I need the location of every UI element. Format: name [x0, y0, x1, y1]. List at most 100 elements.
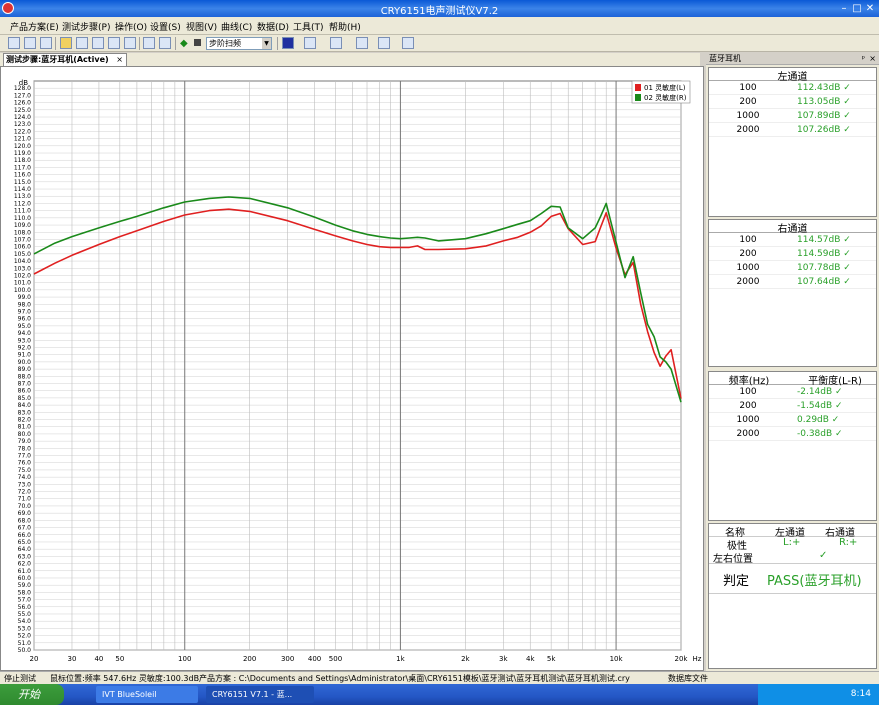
y-tick-label: 54.0: [18, 618, 32, 625]
y-tick-label: 80.0: [18, 431, 32, 438]
y-tick-label: 72.0: [18, 489, 32, 496]
window-icon[interactable]: [24, 37, 36, 49]
x-tick-label: 4k: [526, 655, 535, 663]
menu-view[interactable]: 视图(V): [186, 20, 217, 33]
y-tick-label: 126.0: [14, 100, 31, 107]
table-row: 100 112.43dB ✓: [709, 81, 876, 95]
panel-title: 蓝牙耳机: [709, 54, 741, 63]
y-tick-label: 73.0: [18, 481, 32, 488]
x-axis-label: Hz: [693, 655, 702, 663]
x-tick-label: 5k: [547, 655, 556, 663]
y-tick-label: 65.0: [18, 539, 32, 546]
y-tick-label: 50.0: [18, 647, 32, 654]
verdict-badge: PASS(蓝牙耳机): [767, 574, 862, 589]
report-icon[interactable]: [124, 37, 136, 49]
y-tick-label: 61.0: [18, 568, 32, 575]
run-icon[interactable]: ◆: [180, 38, 188, 49]
tab-test-step[interactable]: 测试步骤:蓝牙耳机(Active) ×: [3, 53, 127, 66]
stop-icon[interactable]: [194, 39, 201, 46]
filter-icon[interactable]: [378, 37, 390, 49]
sweep-mode-select[interactable]: 步阶扫频 ▼: [206, 37, 272, 50]
menu-operate[interactable]: 操作(O): [115, 20, 147, 33]
y-tick-label: 107.0: [14, 236, 31, 243]
y-tick-label: 104.0: [14, 258, 31, 265]
left-channel-header: 左通道: [709, 68, 876, 83]
menu-help[interactable]: 帮助(H): [329, 20, 361, 33]
y-tick-label: 125.0: [14, 107, 31, 114]
y-tick-label: 55.0: [18, 611, 32, 618]
menu-test-steps[interactable]: 测试步骤(P): [62, 20, 110, 33]
y-tick-label: 94.0: [18, 330, 32, 337]
window-title: CRY6151电声测试仪V7.2: [380, 6, 499, 17]
y-tick-label: 121.0: [14, 136, 31, 143]
close-tab-icon[interactable]: ×: [116, 54, 123, 66]
y-tick-label: 57.0: [18, 597, 32, 604]
y-tick-label: 74.0: [18, 474, 32, 481]
y-tick-label: 77.0: [18, 453, 32, 460]
print-icon[interactable]: [92, 37, 104, 49]
table-row: 1000 107.78dB ✓: [709, 261, 876, 275]
start-button[interactable]: 开始: [0, 684, 64, 705]
task-cry6151[interactable]: CRY6151 V7.1 - 蓝...: [206, 686, 314, 703]
x-tick-label: 30: [68, 655, 77, 663]
tab-label: 测试步骤:蓝牙耳机(Active): [6, 55, 109, 64]
maximize-button[interactable]: □: [851, 3, 863, 14]
y-tick-label: 123.0: [14, 121, 31, 128]
y-tick-label: 60.0: [18, 575, 32, 582]
pin-icon[interactable]: ᵖ: [862, 53, 865, 65]
y-tick-label: 105.0: [14, 251, 31, 258]
menu-curve[interactable]: 曲线(C): [221, 20, 252, 33]
y-tick-label: 56.0: [18, 604, 32, 611]
menu-data[interactable]: 数据(D): [257, 20, 289, 33]
y-tick-label: 53.0: [18, 625, 32, 632]
y-tick-label: 119.0: [14, 150, 31, 157]
save-icon[interactable]: [76, 37, 88, 49]
curve-icon[interactable]: [402, 37, 414, 49]
y-tick-label: 70.0: [18, 503, 32, 510]
ohm-icon[interactable]: [356, 37, 368, 49]
balance-header: 频率(Hz) 平衡度(L-R): [709, 372, 876, 387]
close-button[interactable]: ✕: [864, 3, 876, 14]
x-tick-label: 2k: [461, 655, 470, 663]
menu-product[interactable]: 产品方案(E): [10, 20, 59, 33]
x-tick-label: 100: [178, 655, 191, 663]
y-tick-label: 124.0: [14, 114, 31, 121]
list-icon[interactable]: [40, 37, 52, 49]
export-icon[interactable]: [108, 37, 120, 49]
status-scheme: 产品方案 : C:\Documents and Settings\Adminis…: [199, 674, 630, 683]
taskbar: 开始 IVT BlueSoleil CRY6151 V7.1 - 蓝... 8:…: [0, 684, 879, 705]
edit-icon[interactable]: [143, 37, 155, 49]
y-tick-label: 66.0: [18, 532, 32, 539]
right-channel-table: 右通道 100 114.57dB ✓ 200 114.59dB ✓ 1000 107.…: [708, 219, 877, 367]
config-icon[interactable]: [159, 37, 171, 49]
menu-tools[interactable]: 工具(T): [293, 20, 324, 33]
cursor-icon[interactable]: [304, 37, 316, 49]
y-tick-label: 85.0: [18, 395, 32, 402]
color-icon[interactable]: [282, 37, 294, 49]
bars-icon[interactable]: [330, 37, 342, 49]
open-icon[interactable]: [60, 37, 72, 49]
chevron-down-icon[interactable]: ▼: [262, 38, 271, 49]
polarity-row: 极性 L:+ R:+: [727, 537, 858, 552]
results-panel: 蓝牙耳机 ᵖ × 左通道 100 112.43dB ✓ 200 113.05dB ✓…: [706, 53, 879, 671]
y-tick-label: 87.0: [18, 381, 32, 388]
sweep-mode-value: 步阶扫频: [209, 39, 241, 48]
y-tick-label: 79.0: [18, 438, 32, 445]
y-tick-label: 68.0: [18, 517, 32, 524]
new-icon[interactable]: [8, 37, 20, 49]
task-bluesoleil[interactable]: IVT BlueSoleil: [96, 686, 198, 703]
x-tick-label: 400: [308, 655, 321, 663]
minimize-button[interactable]: –: [838, 3, 850, 14]
y-tick-label: 63.0: [18, 553, 32, 560]
legend-swatch: [635, 94, 641, 101]
legend-entry: 01 灵敏度(L): [644, 83, 686, 92]
verdict-row: 判定 PASS(蓝牙耳机): [709, 564, 876, 594]
y-tick-label: 88.0: [18, 373, 32, 380]
table-row: 2000 107.64dB ✓: [709, 275, 876, 289]
y-tick-label: 111.0: [14, 208, 31, 215]
y-tick-label: 117.0: [14, 164, 31, 171]
y-axis-label: dB: [19, 79, 28, 87]
menu-settings[interactable]: 设置(S): [150, 20, 181, 33]
panel-close-icon[interactable]: ×: [869, 53, 876, 65]
title-bar: CRY6151电声测试仪V7.2 – □ ✕: [0, 0, 879, 17]
